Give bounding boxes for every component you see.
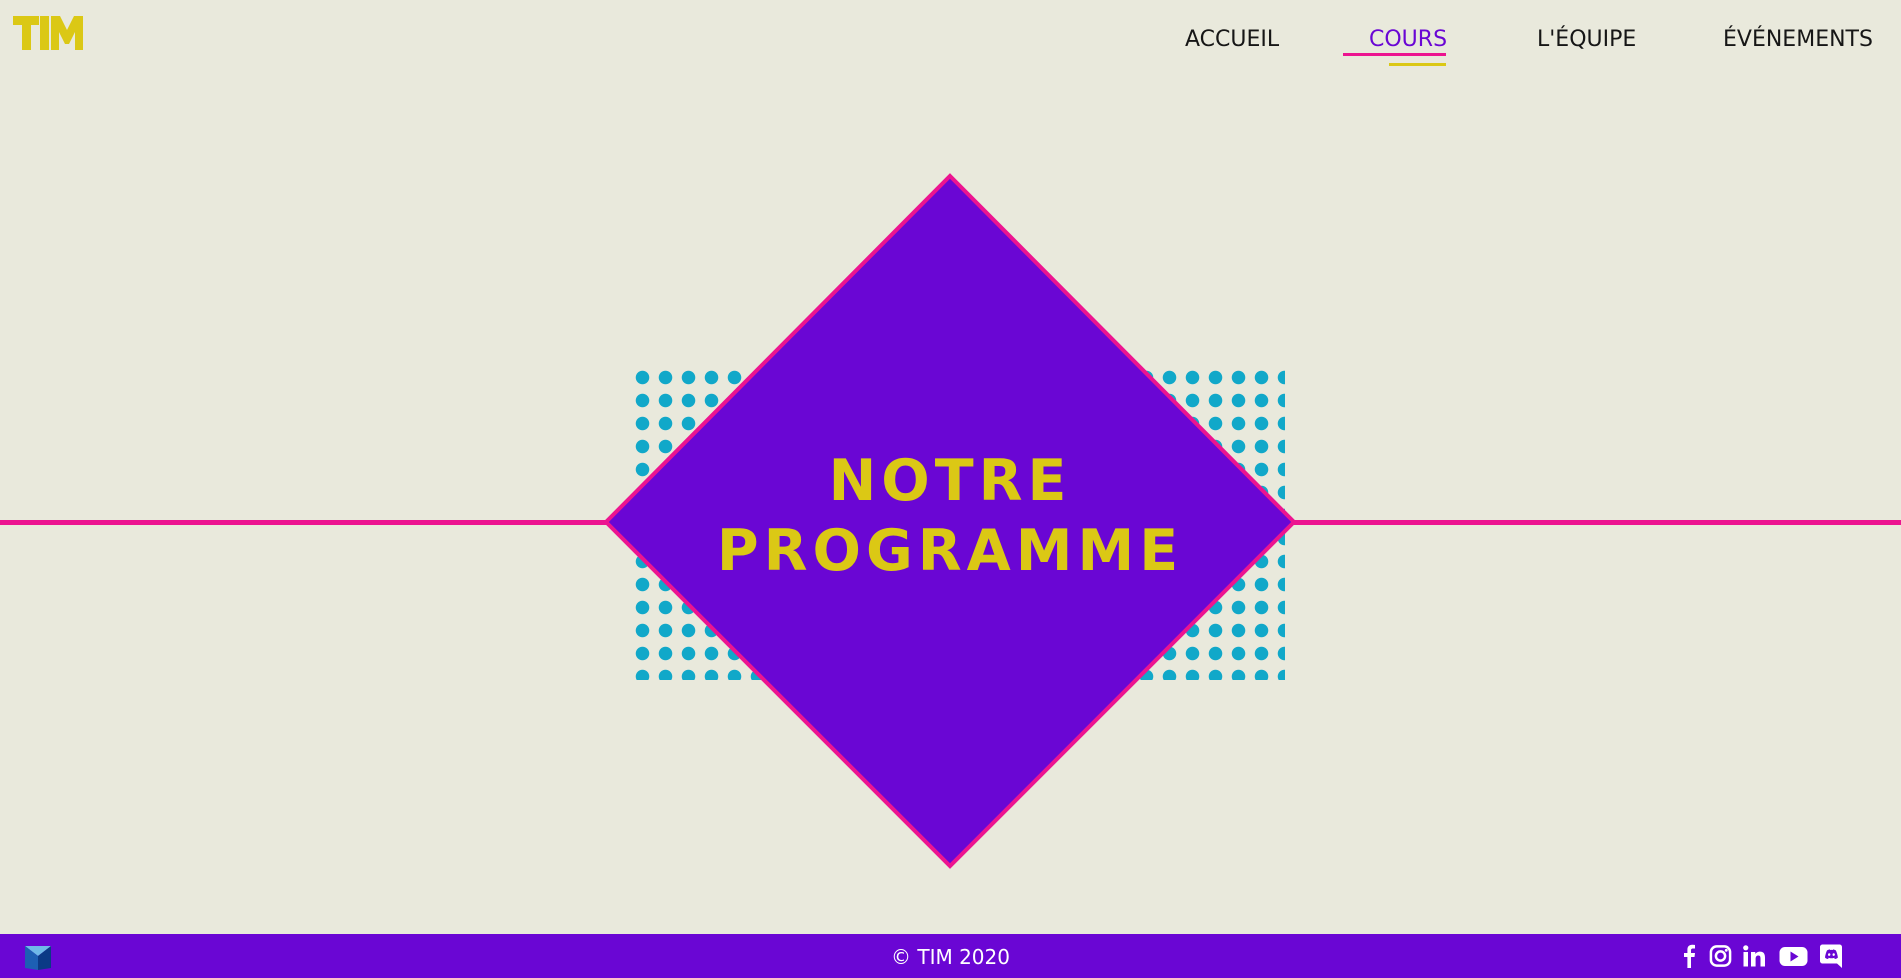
instagram-icon[interactable] bbox=[1709, 944, 1732, 968]
hero-title-line-1: NOTRE bbox=[828, 448, 1072, 514]
active-nav-underline-yellow bbox=[1389, 63, 1446, 66]
nav-link-accueil[interactable]: ACCUEIL bbox=[1185, 25, 1279, 55]
hero-title-line-2: PROGRAMME bbox=[716, 518, 1184, 584]
facebook-icon[interactable] bbox=[1683, 944, 1695, 968]
discord-icon[interactable] bbox=[1820, 944, 1842, 968]
main-nav: ACCUEIL COURS L'ÉQUIPE ÉVÉNEMENTS bbox=[0, 0, 1901, 80]
footer: © TIM 2020 bbox=[0, 934, 1901, 978]
linkedin-icon[interactable] bbox=[1743, 944, 1765, 968]
footer-copyright: © TIM 2020 bbox=[891, 945, 1010, 969]
nav-link-evenements[interactable]: ÉVÉNEMENTS bbox=[1723, 25, 1873, 55]
active-nav-underline-pink bbox=[1343, 53, 1446, 56]
youtube-icon[interactable] bbox=[1779, 944, 1808, 968]
nav-link-cours[interactable]: COURS bbox=[1369, 25, 1447, 55]
nav-link-equipe[interactable]: L'ÉQUIPE bbox=[1537, 25, 1636, 55]
hero-title: NOTRE PROGRAMME bbox=[650, 446, 1250, 586]
